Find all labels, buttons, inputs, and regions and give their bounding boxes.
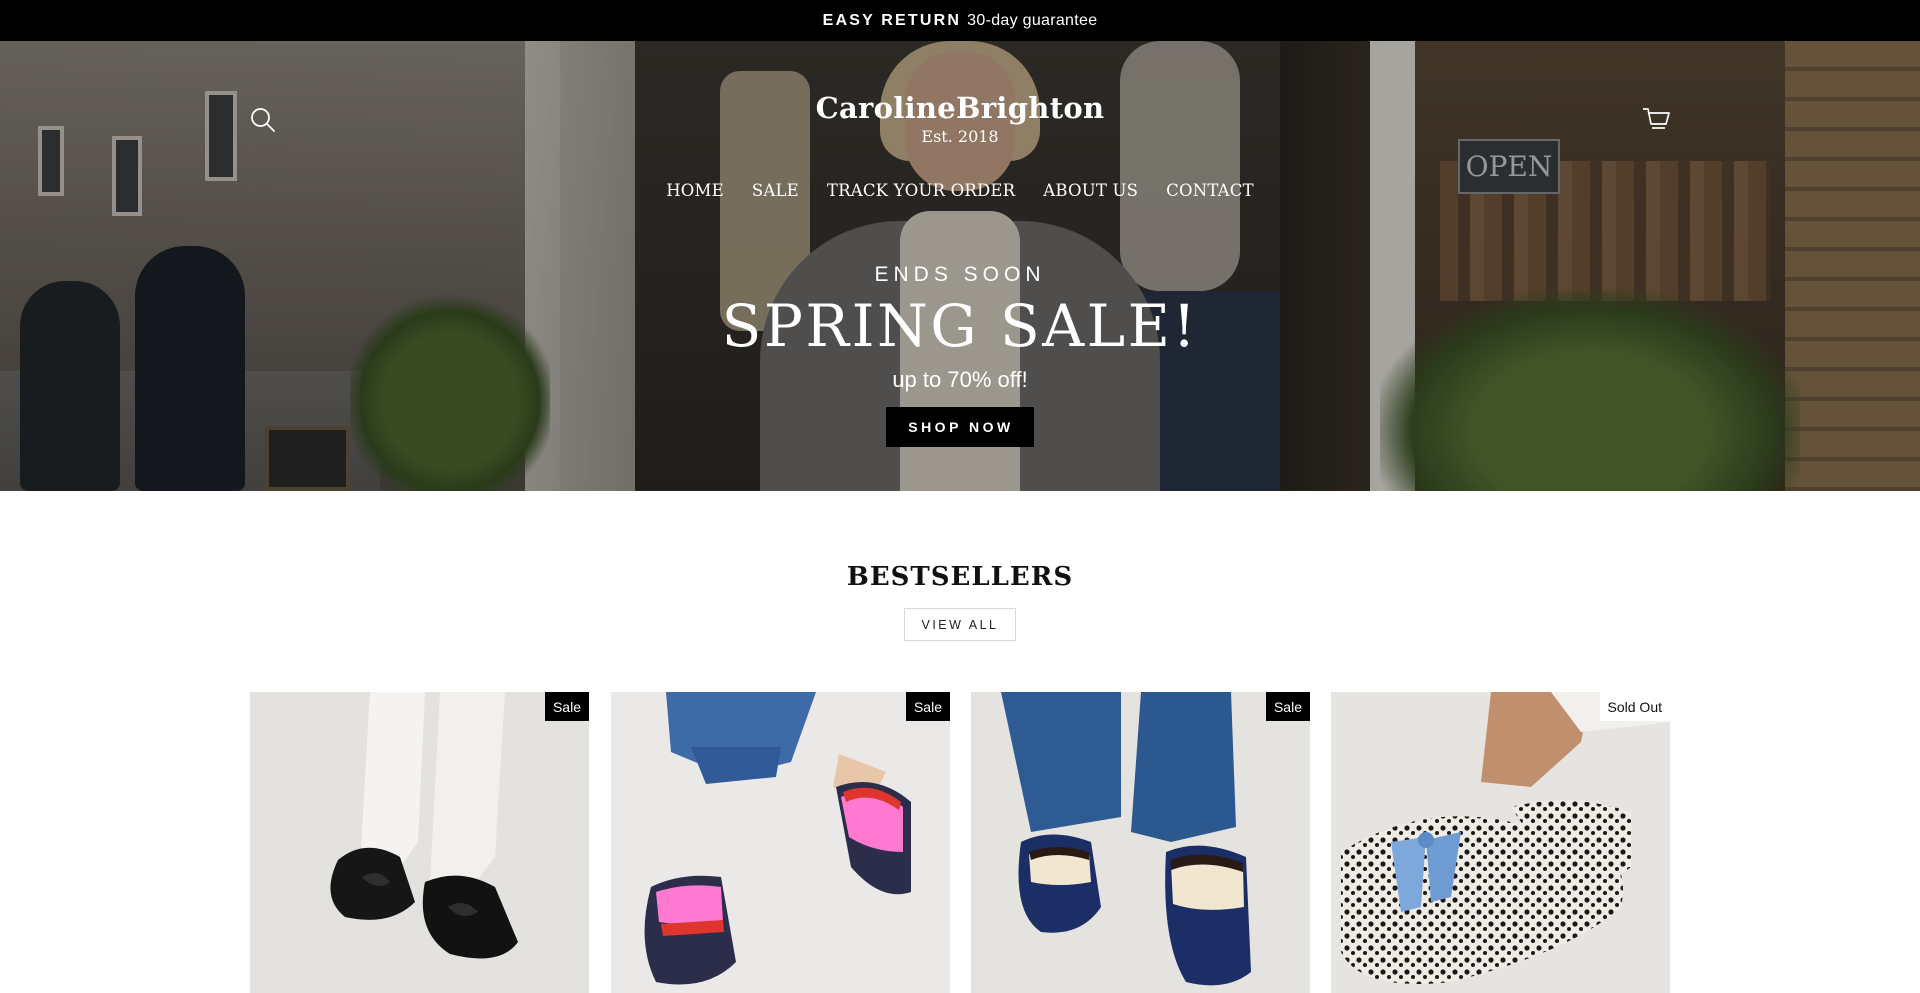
sale-badge: Sale bbox=[905, 692, 950, 721]
product-image-pink-loafers bbox=[644, 692, 911, 985]
nav-sale[interactable]: SALE bbox=[738, 181, 813, 200]
nav-contact[interactable]: CONTACT bbox=[1152, 181, 1268, 200]
view-all-button[interactable]: VIEW ALL bbox=[904, 608, 1016, 641]
announcement-bar: EASY RETURN 30-day guarantee bbox=[0, 0, 1920, 41]
product-card[interactable]: Sold Out bbox=[1331, 692, 1670, 993]
nav-about-us[interactable]: ABOUT US bbox=[1029, 181, 1152, 200]
search-button[interactable] bbox=[248, 105, 278, 135]
section-title-bestsellers: BESTSELLERS bbox=[846, 562, 1074, 592]
hero-kicker: ENDS SOON bbox=[874, 263, 1046, 286]
search-icon bbox=[251, 108, 275, 132]
nav-home[interactable]: HOME bbox=[652, 181, 738, 200]
shop-now-button[interactable]: SHOP NOW bbox=[886, 407, 1034, 447]
product-card[interactable]: Sale bbox=[611, 692, 950, 993]
main-nav: HOME SALE TRACK YOUR ORDER ABOUT US CONT… bbox=[0, 181, 1920, 200]
product-image-navy-penny-loafers bbox=[1001, 692, 1251, 986]
hero-copy: ENDS SOON SPRING SALE! up to 70% off! SH… bbox=[0, 263, 1920, 447]
product-card[interactable]: Sale bbox=[971, 692, 1310, 993]
sale-badge: Sale bbox=[544, 692, 589, 721]
product-image-leopard-tassel-loafers bbox=[1341, 692, 1670, 984]
brand-name: CarolineBrighton bbox=[815, 91, 1105, 125]
cart-button[interactable] bbox=[1640, 103, 1672, 135]
sold-out-badge: Sold Out bbox=[1599, 692, 1670, 721]
cart-icon bbox=[1643, 108, 1670, 129]
brand-tagline: Est. 2018 bbox=[921, 127, 999, 146]
hero-headline: SPRING SALE! bbox=[721, 292, 1199, 360]
announcement-text: 30-day guarantee bbox=[967, 11, 1098, 29]
sale-badge: Sale bbox=[1265, 692, 1310, 721]
product-image-black-loafers bbox=[330, 692, 518, 959]
announcement-strong: EASY RETURN bbox=[822, 11, 962, 29]
hero-subtext: up to 70% off! bbox=[892, 367, 1028, 392]
nav-track-order[interactable]: TRACK YOUR ORDER bbox=[813, 181, 1029, 200]
product-card[interactable]: Sale bbox=[250, 692, 589, 993]
product-grid: Sale Sale Sale Sold Out bbox=[250, 692, 1670, 993]
brand-logo[interactable]: CarolineBrighton Est. 2018 bbox=[760, 91, 1160, 146]
